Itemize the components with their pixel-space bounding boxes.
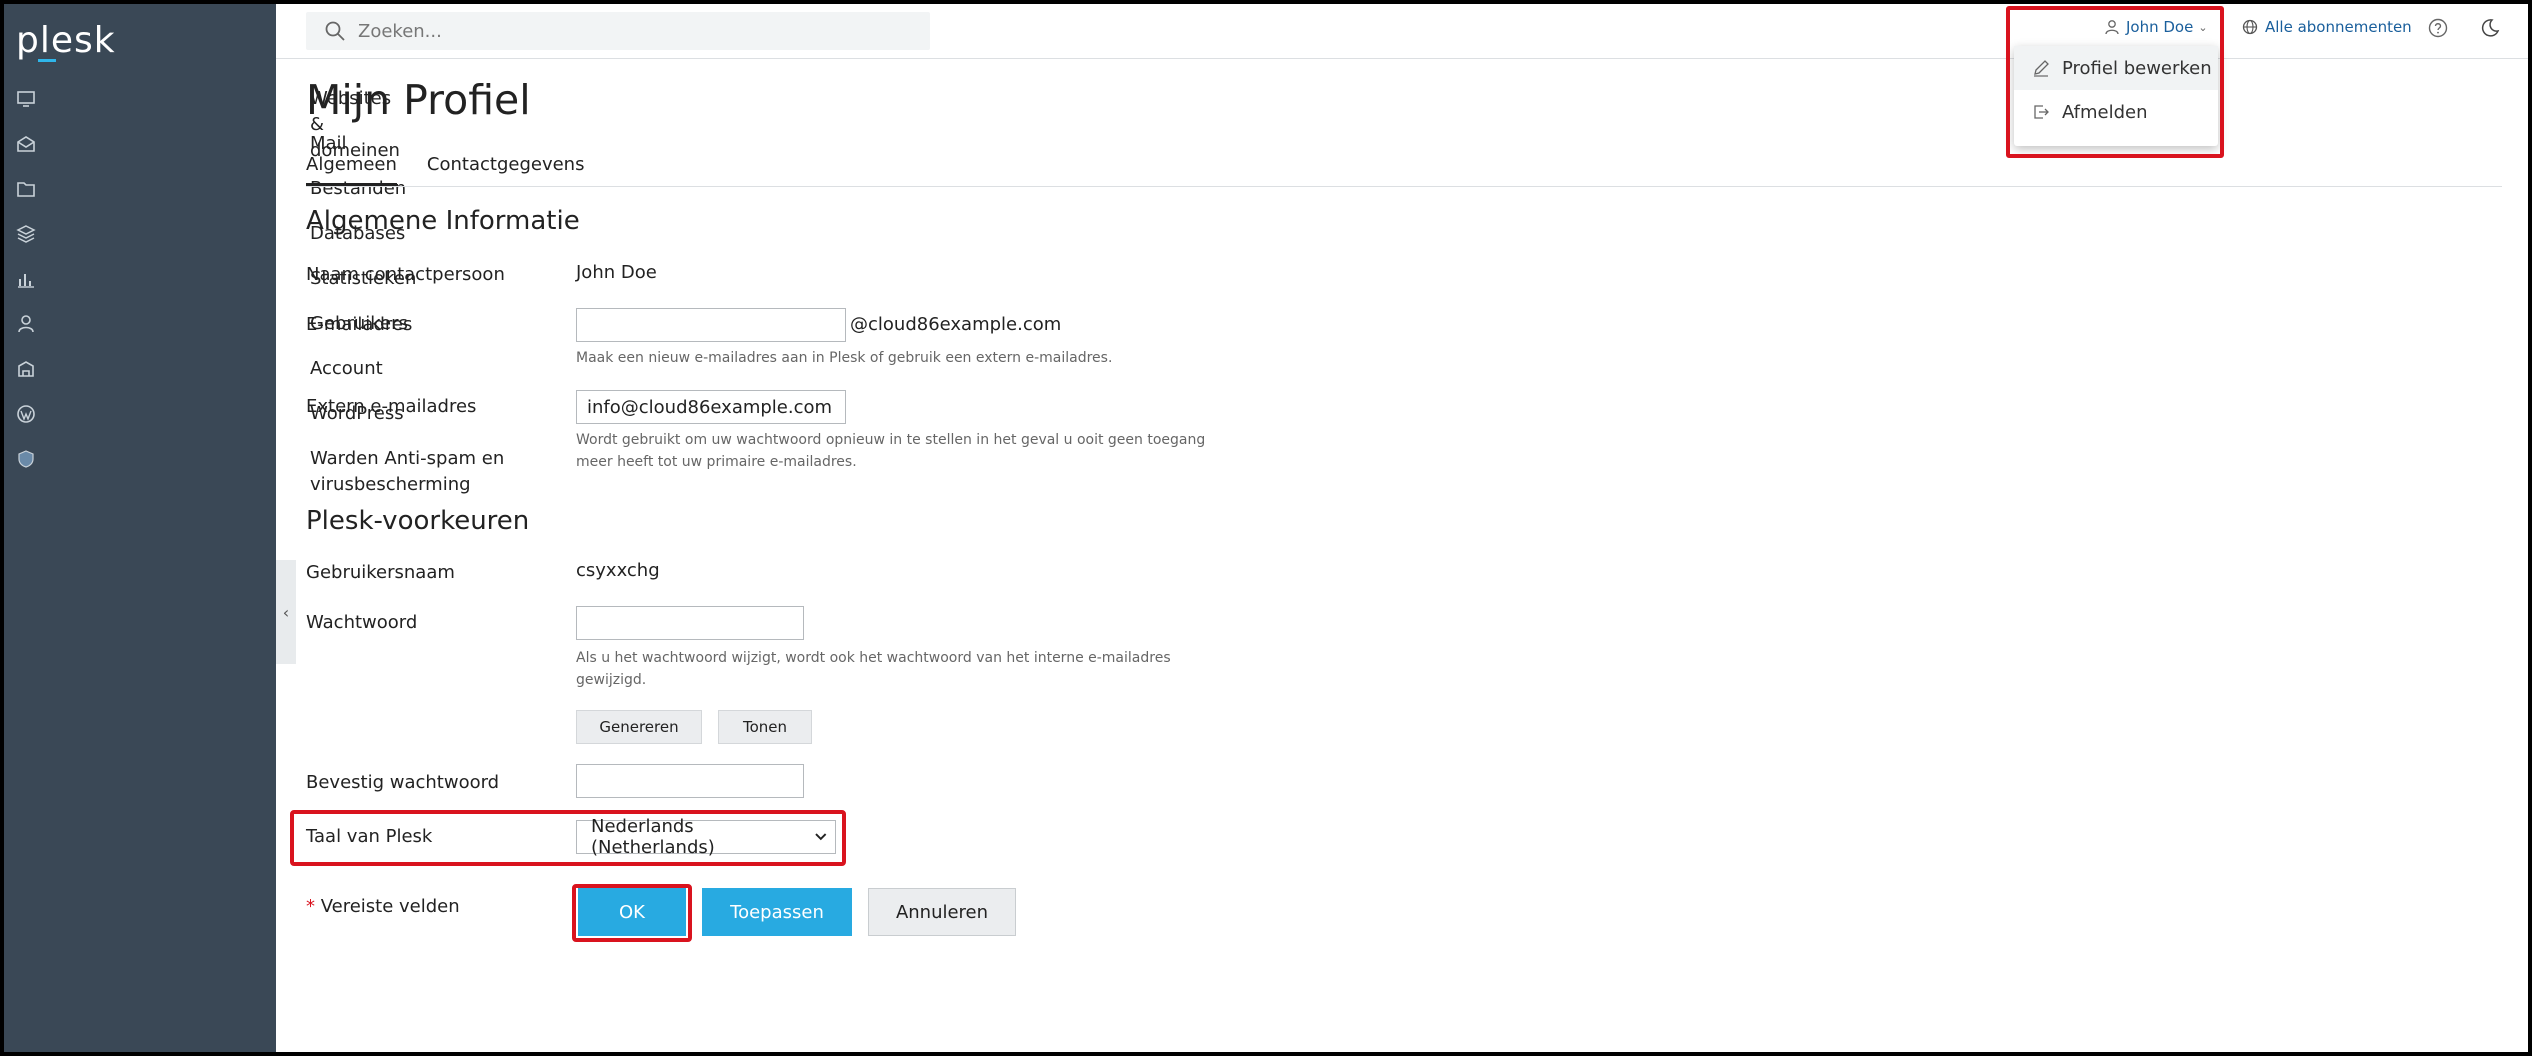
username-label: Gebruikersnaam [306,562,455,583]
monitor-icon [17,91,35,107]
sidebar-item-account[interactable]: Account [4,356,383,401]
generate-password-button[interactable]: Genereren [576,710,702,744]
password-hint-line-2: gewijzigd. [576,672,647,688]
logo-accent [38,59,56,62]
sidebar-item-mail[interactable]: Mail [4,131,347,176]
mail-icon [17,136,35,152]
required-star: * [306,896,315,917]
external-email-hint-line-1: Wordt gebruikt om uw wachtwoord opnieuw … [576,432,1206,448]
bar-chart-icon [18,274,34,288]
contact-name-label: Naam contactpersoon [306,264,505,285]
username-value: csyxxchg [576,560,660,581]
cancel-button[interactable]: Annuleren [868,888,1016,936]
search-icon [325,21,345,41]
tab-bar: Algemeen Contactgegevens [306,154,614,186]
plesk-logo[interactable]: plesk [16,20,116,61]
user-icon [18,315,34,333]
help-icon[interactable] [2428,18,2448,38]
folder-icon [17,182,35,197]
wordpress-icon [17,405,35,423]
preferences-heading: Plesk-voorkeuren [306,506,530,536]
email-label: E-mailadres [306,314,413,335]
tab-general[interactable]: Algemeen [306,154,397,186]
required-fields-note: * Vereiste velden [306,896,460,917]
dark-mode-icon[interactable] [2480,18,2500,38]
tabs-divider [306,186,2502,187]
external-email-field[interactable]: info@cloud86example.com [576,390,846,424]
sidebar-collapse-toggle[interactable]: ‹ [276,560,296,664]
general-heading: Algemene Informatie [306,206,580,236]
email-hint: Maak een nieuw e-mailadres aan in Plesk … [576,350,1113,366]
language-highlight [290,810,846,866]
apply-button[interactable]: Toepassen [702,888,852,936]
sidebar-item-statistics[interactable]: Statistieken [4,266,416,311]
search-box [306,12,930,50]
sidebar-item-databases[interactable]: Databases [4,221,405,266]
contact-name-value: John Doe [576,262,657,283]
sidebar-nav: Websites & domeinen Mail Bestanden Datab… [4,86,504,506]
chevron-left-icon: ‹ [282,602,290,622]
sidebar-item-wordpress[interactable]: WordPress [4,401,404,446]
sidebar: plesk Websites & domeinen Mail Bestanden… [4,4,504,1052]
sidebar-item-files[interactable]: Bestanden [4,176,406,221]
sidebar-item-users[interactable]: Gebruikers [4,311,408,356]
user-menu-highlight [2006,6,2224,158]
sidebar-item-warden[interactable]: Warden Anti-spam en virusbescherming [4,446,504,506]
external-email-label: Extern e-mailadres [306,396,477,417]
subscriptions-button[interactable]: Alle abonnementen [2242,18,2412,36]
shield-icon [18,450,34,468]
password-field[interactable] [576,606,804,640]
sidebar-item-label: Warden Anti-spam en virusbescherming [310,448,505,495]
external-email-hint-line-2: meer heeft tot uw primaire e-mailadres. [576,454,857,470]
show-password-button[interactable]: Tonen [718,710,812,744]
database-icon [16,225,36,243]
required-fields-text: Vereiste velden [315,896,460,917]
sidebar-item-websites[interactable]: Websites & domeinen [4,86,400,161]
confirm-password-field[interactable] [576,764,804,798]
page-title: Mijn Profiel [306,76,531,124]
search-input[interactable] [356,19,920,43]
subscriptions-label: Alle abonnementen [2265,18,2412,36]
email-field[interactable] [576,308,846,342]
email-domain-suffix: @cloud86example.com [850,314,1062,335]
password-label: Wachtwoord [306,612,418,633]
password-hint-line-1: Als u het wachtwoord wijzigt, wordt ook … [576,650,1171,666]
confirm-password-label: Bevestig wachtwoord [306,772,500,793]
account-icon [18,361,34,377]
tab-contact[interactable]: Contactgegevens [427,154,585,186]
sidebar-item-label: Account [310,358,383,379]
globe-icon [2242,19,2258,35]
ok-button-highlight [572,884,692,942]
